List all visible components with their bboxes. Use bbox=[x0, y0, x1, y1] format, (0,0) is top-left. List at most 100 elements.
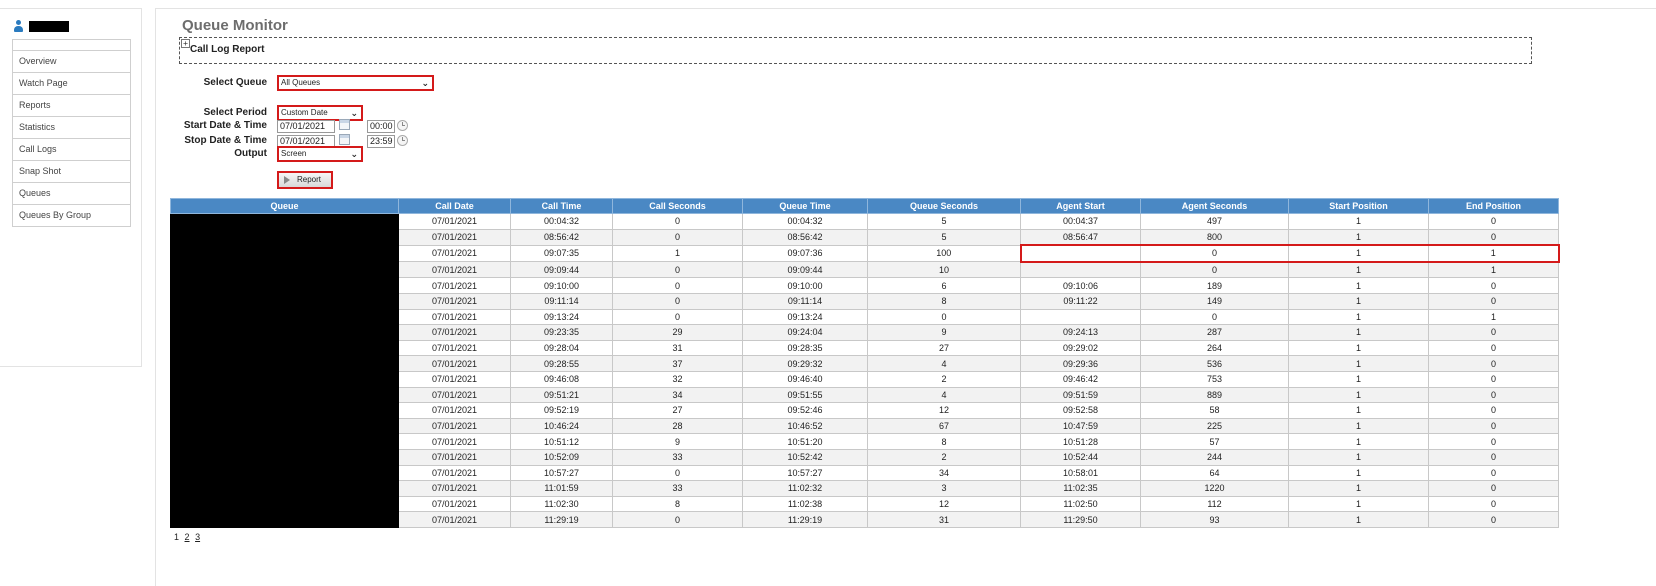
table-cell: 11:02:32 bbox=[742, 480, 868, 497]
table-cell: 07/01/2021 bbox=[398, 386, 511, 404]
table-cell: 0 bbox=[612, 213, 743, 230]
stop-time-input[interactable]: 23:59 bbox=[367, 135, 395, 148]
table-cell: 189 bbox=[1140, 277, 1289, 294]
table-cell: 09:52:19 bbox=[510, 402, 613, 419]
table-row: 07/01/2021 11:02:30 8 11:02:38 12 11:02:50 112… bbox=[170, 495, 1559, 513]
select-queue-label: Select Queue bbox=[203, 77, 267, 88]
table-cell: 28 bbox=[612, 417, 743, 435]
table-cell: 09:13:24 bbox=[742, 308, 868, 326]
table-cell: 09:29:32 bbox=[742, 355, 868, 372]
table-cell: 497 bbox=[1140, 213, 1289, 230]
table-cell: 11:02:50 bbox=[1020, 495, 1141, 513]
table-row: 07/01/2021 08:56:42 0 08:56:42 5 08:56:47 800 1… bbox=[170, 228, 1559, 246]
sidebar-item-queues-by-group[interactable]: Queues By Group bbox=[13, 205, 130, 226]
sidebar-item-queues[interactable]: Queues bbox=[13, 183, 130, 205]
column-header: Start Position bbox=[1288, 198, 1429, 214]
table-cell: 149 bbox=[1140, 292, 1289, 310]
queue-cell bbox=[170, 386, 399, 404]
clock-icon[interactable] bbox=[397, 120, 408, 131]
table-cell: 0 bbox=[1428, 402, 1559, 419]
start-date-input[interactable]: 07/01/2021 bbox=[277, 120, 335, 133]
period-select[interactable]: Custom Date ⌄ bbox=[277, 105, 363, 121]
start-time-input[interactable]: 00:00 bbox=[367, 120, 395, 133]
table-cell: 00:04:32 bbox=[742, 213, 868, 230]
user-icon bbox=[14, 20, 23, 32]
table-cell: 1220 bbox=[1140, 480, 1289, 497]
table-cell: 800 bbox=[1140, 228, 1289, 246]
table-row: 07/01/2021 09:28:04 31 09:28:35 27 09:29:02 26… bbox=[170, 339, 1559, 357]
table-cell: 889 bbox=[1140, 386, 1289, 404]
table-cell: 1 bbox=[1428, 308, 1559, 326]
table-cell: 09:10:06 bbox=[1020, 277, 1141, 294]
play-icon bbox=[284, 176, 290, 184]
table-cell: 09:10:00 bbox=[510, 277, 613, 294]
table-cell: 1 bbox=[1288, 386, 1429, 404]
output-label: Output bbox=[234, 148, 267, 159]
table-cell: 11:02:38 bbox=[742, 495, 868, 513]
chevron-down-icon: ⌄ bbox=[421, 78, 429, 88]
table-cell: 0 bbox=[1428, 417, 1559, 435]
table-cell: 0 bbox=[1140, 308, 1289, 326]
table-cell: 09:51:21 bbox=[510, 386, 613, 404]
table-row: 07/01/2021 09:07:35 1 09:07:36 100 0 1 1 bbox=[170, 244, 1560, 263]
column-header: Agent Seconds bbox=[1140, 198, 1289, 214]
calendar-icon[interactable] bbox=[339, 134, 350, 145]
queue-select[interactable]: All Queues ⌄ bbox=[277, 75, 434, 91]
table-cell: 09:07:35 bbox=[510, 244, 613, 263]
sidebar-item-snap-shot[interactable]: Snap Shot bbox=[13, 161, 130, 183]
expand-icon[interactable]: + bbox=[181, 39, 190, 48]
sidebar-item-watch-page[interactable]: Watch Page bbox=[13, 73, 130, 95]
sidebar-item-overview[interactable]: Overview bbox=[13, 51, 130, 73]
table-cell: 08:56:42 bbox=[510, 228, 613, 246]
queue-cell bbox=[170, 417, 399, 435]
table-cell: 09:51:59 bbox=[1020, 386, 1141, 404]
table-cell: 4 bbox=[867, 386, 1021, 404]
calendar-icon[interactable] bbox=[339, 119, 350, 130]
sidebar-item-statistics[interactable]: Statistics bbox=[13, 117, 130, 139]
table-cell: 09:46:08 bbox=[510, 370, 613, 388]
table-cell: 09:46:40 bbox=[742, 370, 868, 388]
table-cell: 1 bbox=[1288, 464, 1429, 482]
sidebar-item-reports[interactable]: Reports bbox=[13, 95, 130, 117]
table-cell: 64 bbox=[1140, 464, 1289, 482]
column-header: Queue bbox=[170, 198, 399, 214]
table-cell: 1 bbox=[1288, 355, 1429, 372]
table-cell: 9 bbox=[612, 433, 743, 450]
table-cell: 10:46:24 bbox=[510, 417, 613, 435]
table-cell: 1 bbox=[1288, 308, 1429, 326]
page-link-2[interactable]: 2 bbox=[185, 532, 190, 542]
table-cell: 11:02:30 bbox=[510, 495, 613, 513]
table-row: 07/01/2021 09:10:00 0 09:10:00 6 09:10:06 189 1… bbox=[170, 277, 1559, 294]
main-content: Queue Monitor + Call Log Report Select Q… bbox=[155, 8, 1656, 586]
table-row: 07/01/2021 09:11:14 0 09:11:14 8 09:11:22 149 1… bbox=[170, 292, 1559, 310]
column-header: End Position bbox=[1428, 198, 1559, 214]
table-cell: 10:47:59 bbox=[1020, 417, 1141, 435]
table-cell: 10:58:01 bbox=[1020, 464, 1141, 482]
table-cell: 31 bbox=[612, 339, 743, 357]
table-row: 07/01/2021 10:52:09 33 10:52:42 2 10:52:44 244… bbox=[170, 448, 1559, 466]
column-header: Agent Start bbox=[1020, 198, 1141, 214]
table-cell: 0 bbox=[1428, 480, 1559, 497]
report-button[interactable]: Report bbox=[277, 171, 333, 189]
table-cell: 09:11:14 bbox=[742, 292, 868, 310]
output-select[interactable]: Screen ⌄ bbox=[277, 146, 363, 162]
table-cell: 1 bbox=[1288, 261, 1429, 279]
clock-icon[interactable] bbox=[397, 135, 408, 146]
table-cell: 3 bbox=[867, 480, 1021, 497]
select-period-label: Select Period bbox=[203, 107, 267, 118]
table-cell: 0 bbox=[1428, 292, 1559, 310]
table-cell: 00:04:32 bbox=[510, 213, 613, 230]
column-header: Call Time bbox=[510, 198, 613, 214]
table-cell: 11:29:50 bbox=[1020, 511, 1141, 528]
table-cell: 07/01/2021 bbox=[398, 244, 511, 263]
table-row: 07/01/2021 10:46:24 28 10:46:52 67 10:47:59 22… bbox=[170, 417, 1559, 435]
table-cell: 0 bbox=[1428, 433, 1559, 450]
table-cell: 11:02:35 bbox=[1020, 480, 1141, 497]
page-link-3[interactable]: 3 bbox=[195, 532, 200, 542]
sidebar-item-call-logs[interactable]: Call Logs bbox=[13, 139, 130, 161]
table-row: 07/01/2021 11:29:19 0 11:29:19 31 11:29:50 93 1… bbox=[170, 511, 1559, 528]
table-cell bbox=[1020, 261, 1141, 279]
table-cell: 09:24:04 bbox=[742, 324, 868, 341]
table-cell: 536 bbox=[1140, 355, 1289, 372]
table-cell: 07/01/2021 bbox=[398, 433, 511, 450]
